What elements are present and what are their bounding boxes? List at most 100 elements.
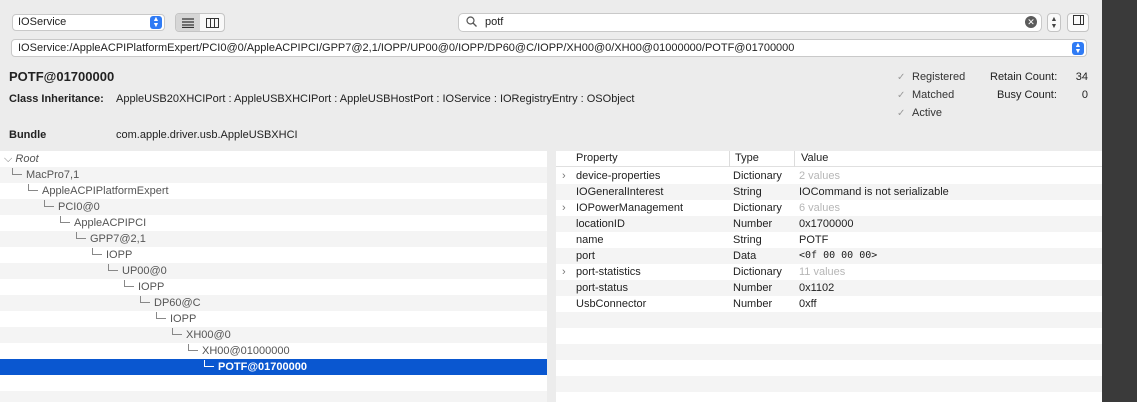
bundle-value: com.apple.driver.usb.AppleUSBXHCI bbox=[116, 129, 298, 141]
property-type: Dictionary bbox=[733, 170, 782, 182]
service-plane-select[interactable]: IOService ▲ ▼ bbox=[12, 14, 165, 31]
property-value: 11 values bbox=[799, 266, 846, 278]
tree-node-label: MacPro7,1 bbox=[26, 169, 80, 181]
property-name: port-status bbox=[576, 282, 628, 294]
column-header-type[interactable]: Type bbox=[735, 152, 759, 164]
tree-node[interactable]: GPP7@2,1 bbox=[76, 231, 146, 247]
tree-node[interactable]: XH00@0 bbox=[172, 327, 231, 343]
split-divider[interactable] bbox=[547, 151, 556, 402]
tree-connector-icon bbox=[172, 328, 182, 335]
tree-node-label: XH00@0 bbox=[186, 329, 231, 341]
tree-node-label: IOPP bbox=[138, 281, 165, 293]
property-value: POTF bbox=[799, 234, 829, 246]
ioreg-window: IOService ▲ ▼ potf ✕ ▲ ▼ IOService:/AppleA… bbox=[0, 0, 1102, 402]
property-row[interactable]: port Data <0f 00 00 00> bbox=[556, 248, 1102, 264]
column-header-property[interactable]: Property bbox=[576, 152, 618, 164]
property-type: String bbox=[733, 186, 762, 198]
tree-node-label: Root bbox=[15, 153, 39, 165]
tree-row-bg bbox=[0, 391, 547, 402]
checkmark-icon: ✓ bbox=[897, 108, 906, 119]
tree-row-bg bbox=[0, 375, 547, 391]
property-row[interactable]: › port-statistics Dictionary 11 values bbox=[556, 264, 1102, 280]
tree-node[interactable]: ⌵ Root bbox=[4, 151, 39, 167]
tree-node[interactable]: XH00@01000000 bbox=[188, 343, 290, 359]
tree-node[interactable]: POTF@01700000 bbox=[204, 359, 307, 375]
expand-chevron-icon[interactable]: › bbox=[562, 200, 566, 216]
property-type: Dictionary bbox=[733, 266, 782, 278]
tree-node[interactable]: MacPro7,1 bbox=[12, 167, 79, 183]
property-name: name bbox=[576, 234, 604, 246]
path-value: IOService:/AppleACPIPlatformExpert/PCI0@… bbox=[18, 42, 795, 54]
property-value: 2 values bbox=[799, 170, 840, 182]
registry-tree[interactable]: ⌵ Root MacPro7,1 AppleACPIPlatformExpert PC… bbox=[0, 151, 547, 402]
tree-connector-icon bbox=[44, 200, 54, 207]
property-name: device-properties bbox=[576, 170, 661, 182]
property-type: Number bbox=[733, 298, 773, 310]
tree-node[interactable]: DP60@C bbox=[140, 295, 201, 311]
tree-node[interactable]: IOPP bbox=[124, 279, 164, 295]
property-row[interactable]: › device-properties Dictionary 2 values bbox=[556, 168, 1102, 184]
tree-node[interactable]: PCI0@0 bbox=[44, 199, 100, 215]
property-row[interactable]: locationID Number 0x1700000 bbox=[556, 216, 1102, 232]
property-type: Number bbox=[733, 218, 773, 230]
busy-count-value: 0 bbox=[1081, 89, 1088, 101]
tree-node-label: PCI0@0 bbox=[58, 201, 100, 213]
property-row-bg bbox=[556, 344, 1102, 360]
tree-node-label: POTF@01700000 bbox=[218, 361, 307, 373]
tree-row-bg bbox=[0, 279, 547, 295]
search-stepper[interactable]: ▲ ▼ bbox=[1047, 13, 1061, 32]
list-view-icon bbox=[182, 17, 194, 28]
retain-count-label: Retain Count: bbox=[990, 71, 1058, 83]
active-checkbox[interactable]: ✓ Active bbox=[897, 107, 942, 119]
expand-chevron-icon[interactable]: › bbox=[562, 264, 566, 280]
property-row[interactable]: name String POTF bbox=[556, 232, 1102, 248]
property-value: 0x1102 bbox=[799, 282, 835, 294]
tree-connector-icon bbox=[92, 248, 102, 255]
tree-node[interactable]: AppleACPIPlatformExpert bbox=[28, 183, 169, 199]
tree-connector-icon bbox=[12, 168, 22, 175]
column-header-value[interactable]: Value bbox=[801, 152, 828, 164]
tree-node-label: DP60@C bbox=[154, 297, 201, 309]
view-mode-control[interactable] bbox=[175, 13, 225, 32]
column-view-button[interactable] bbox=[200, 14, 224, 31]
property-row[interactable]: › IOPowerManagement Dictionary 6 values bbox=[556, 200, 1102, 216]
disclosure-icon[interactable]: ⌵ bbox=[4, 153, 15, 165]
properties-table[interactable]: Property Type Value › device-properties Di… bbox=[556, 151, 1102, 402]
tree-node[interactable]: IOPP bbox=[92, 247, 132, 263]
property-type: String bbox=[733, 234, 762, 246]
toolbar: IOService ▲ ▼ potf ✕ ▲ ▼ bbox=[0, 0, 1102, 42]
registered-checkbox[interactable]: ✓ Registered bbox=[897, 71, 965, 83]
tree-node-label: AppleACPIPCI bbox=[74, 217, 147, 229]
tree-row-bg bbox=[0, 311, 547, 327]
list-view-button[interactable] bbox=[176, 14, 200, 31]
tree-connector-icon bbox=[28, 184, 38, 191]
property-row[interactable]: IOGeneralInterest String IOCommand is not … bbox=[556, 184, 1102, 200]
property-value: 6 values bbox=[799, 202, 840, 214]
property-row-bg bbox=[556, 360, 1102, 376]
tree-node[interactable]: UP00@0 bbox=[108, 263, 167, 279]
clear-search-icon[interactable]: ✕ bbox=[1025, 16, 1037, 28]
tree-node-label: XH00@01000000 bbox=[202, 345, 290, 357]
property-row-bg bbox=[556, 392, 1102, 402]
property-value: 0xff bbox=[799, 298, 817, 310]
tree-row-bg bbox=[0, 263, 547, 279]
search-input[interactable]: potf bbox=[485, 16, 503, 28]
path-field[interactable]: IOService:/AppleACPIPlatformExpert/PCI0@… bbox=[11, 39, 1087, 57]
tree-row-bg bbox=[0, 167, 547, 183]
search-icon bbox=[466, 16, 477, 30]
sidebar-toggle-button[interactable] bbox=[1067, 13, 1089, 32]
path-select-arrows-icon: ▲ ▼ bbox=[1072, 42, 1084, 55]
property-row-bg bbox=[556, 312, 1102, 328]
matched-checkbox[interactable]: ✓ Matched bbox=[897, 89, 954, 101]
tree-node-label: IOPP bbox=[170, 313, 197, 325]
property-name: UsbConnector bbox=[576, 298, 647, 310]
property-row[interactable]: UsbConnector Number 0xff bbox=[556, 296, 1102, 312]
search-field[interactable]: potf ✕ bbox=[458, 13, 1042, 32]
tree-node[interactable]: AppleACPIPCI bbox=[60, 215, 146, 231]
expand-chevron-icon[interactable]: › bbox=[562, 168, 566, 184]
retain-count-value: 34 bbox=[1075, 71, 1088, 83]
tree-node[interactable]: IOPP bbox=[156, 311, 196, 327]
property-row[interactable]: port-status Number 0x1102 bbox=[556, 280, 1102, 296]
properties-header: Property Type Value bbox=[556, 151, 1102, 167]
property-type: Data bbox=[733, 250, 757, 262]
